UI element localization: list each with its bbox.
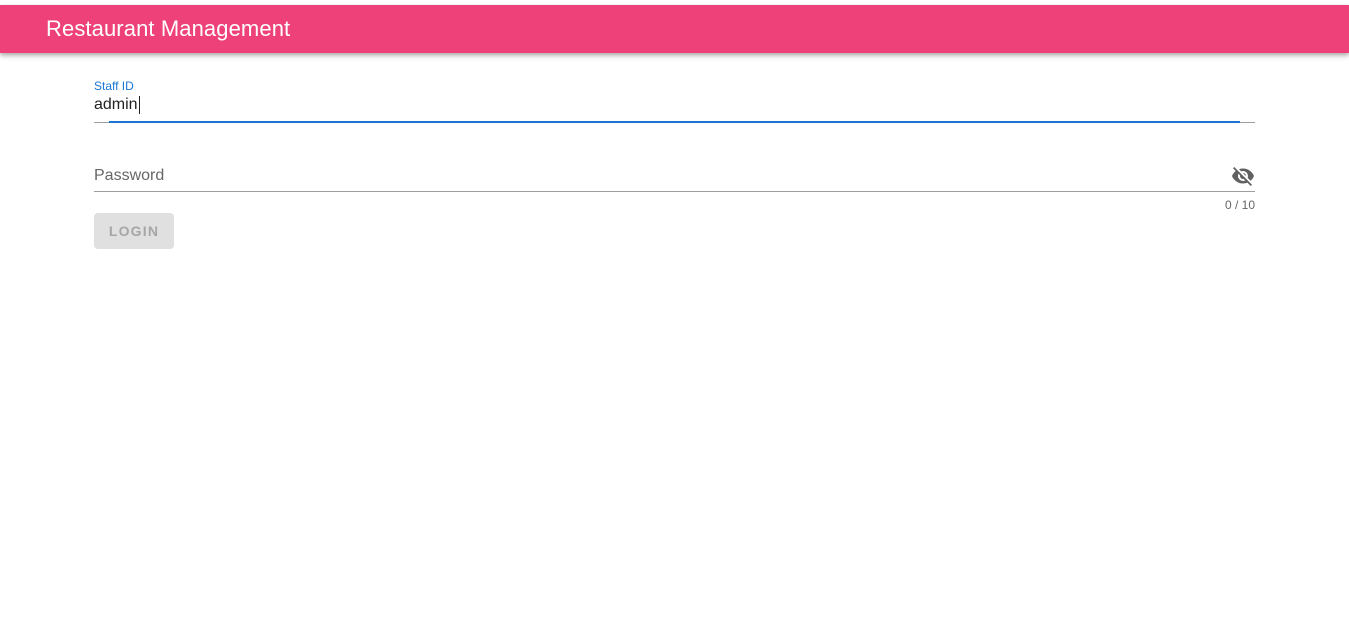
password-label: Password xyxy=(94,167,165,184)
staff-id-focus-underline xyxy=(109,121,1240,123)
password-field[interactable]: Password xyxy=(94,157,1255,192)
app-title: Restaurant Management xyxy=(46,16,291,41)
app-bar: Restaurant Management xyxy=(0,5,1349,53)
text-caret xyxy=(138,96,140,114)
password-underline xyxy=(94,191,1255,192)
password-char-counter: 0 / 10 xyxy=(1224,198,1255,212)
eye-off-icon[interactable] xyxy=(1231,164,1255,188)
staff-id-field[interactable]: Staff ID admin xyxy=(94,77,1255,123)
login-button[interactable]: LOGIN xyxy=(94,213,174,249)
staff-id-label: Staff ID xyxy=(94,79,134,93)
staff-id-value: admin xyxy=(94,96,138,113)
staff-id-input[interactable]: admin xyxy=(94,96,140,114)
